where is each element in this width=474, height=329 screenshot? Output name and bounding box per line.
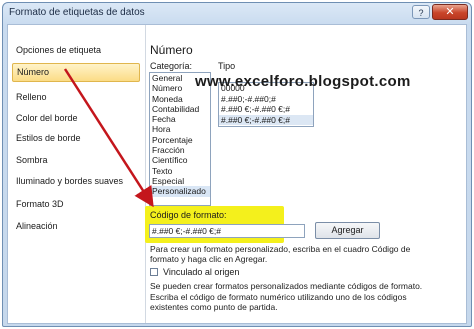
- dialog-window: Formato de etiquetas de datos ? ✕ Opcion…: [2, 2, 472, 327]
- annotation-arrow-icon: [63, 68, 154, 208]
